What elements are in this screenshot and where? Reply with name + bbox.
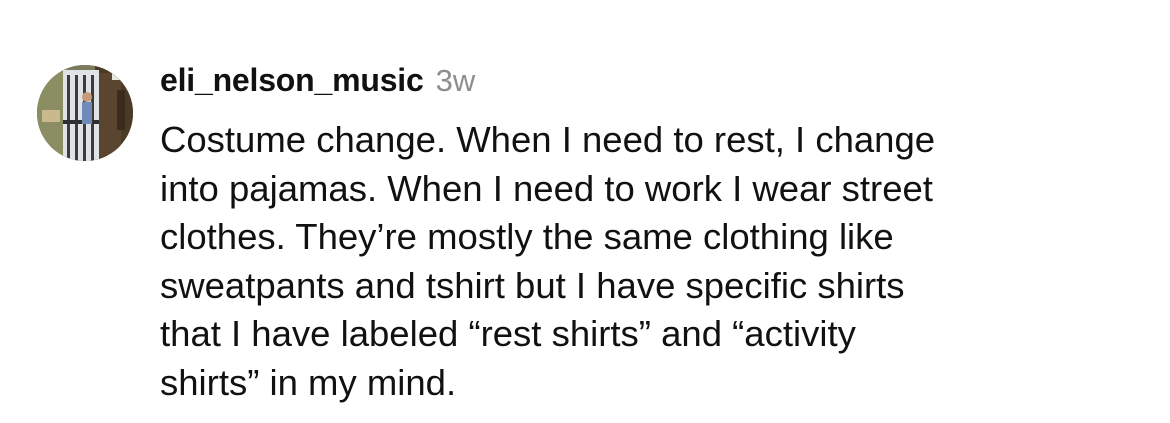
user-avatar-photo-icon (37, 65, 133, 161)
comment-text-line: sweatpants and tshirt but I have specifi… (160, 264, 905, 306)
comment-text-line: clothes. They’re mostly the same clothin… (160, 216, 894, 257)
comment-item: eli_nelson_music 3w Costume change. When… (0, 0, 1170, 423)
comment-body: eli_nelson_music 3w Costume change. When… (160, 62, 1150, 407)
username-link[interactable]: eli_nelson_music (160, 62, 424, 99)
comment-timestamp: 3w (435, 63, 476, 98)
comment-header: eli_nelson_music 3w (160, 62, 1150, 106)
comment-text: Costume change. When I need to rest, I c… (160, 116, 1150, 407)
avatar[interactable] (37, 65, 133, 161)
comment-text-line: shirts” in my mind. (160, 361, 457, 403)
comment-text-line: into pajamas. When I need to work I wear… (160, 167, 933, 209)
comment-text-line: that I have labeled “rest shirts” and “a… (160, 313, 856, 354)
comment-text-line: Costume change. When I need to rest, I c… (160, 119, 936, 160)
